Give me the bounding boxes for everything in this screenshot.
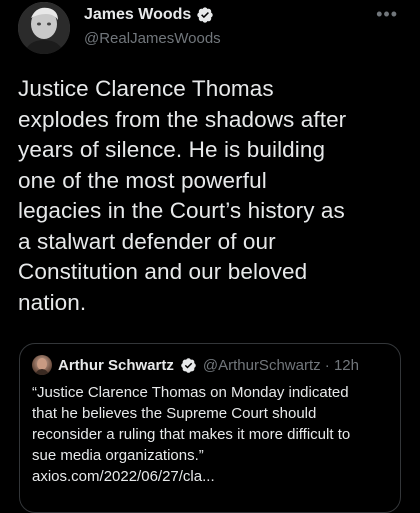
quoted-tweet-text: “Justice Clarence Thomas on Monday indic…	[32, 384, 351, 485]
verified-badge-icon	[181, 357, 196, 373]
quoted-author-avatar	[32, 355, 52, 375]
quoted-author-name[interactable]: Arthur Schwartz	[58, 357, 174, 374]
author-name-row[interactable]: James Woods	[84, 6, 214, 24]
author-avatar[interactable]	[18, 2, 70, 54]
author-name[interactable]: James Woods	[84, 6, 191, 24]
quoted-tweet-header: Arthur Schwartz @ArthurSchwartz · 12h	[32, 354, 359, 376]
author-handle[interactable]: @RealJamesWoods	[84, 30, 221, 47]
verified-badge-icon	[197, 7, 213, 23]
quoted-author-handle-time[interactable]: @ArthurSchwartz · 12h	[203, 357, 359, 374]
more-options-icon[interactable]: •••	[376, 4, 398, 25]
quoted-tweet[interactable]: Arthur Schwartz @ArthurSchwartz · 12h “J…	[19, 343, 401, 513]
quoted-avatar-portrait-icon	[35, 358, 49, 375]
avatar-portrait-icon	[18, 2, 70, 54]
tweet-header: James Woods @RealJamesWoods •••	[0, 0, 420, 60]
tweet-text: Justice Clarence Thomas explodes from th…	[18, 76, 347, 315]
